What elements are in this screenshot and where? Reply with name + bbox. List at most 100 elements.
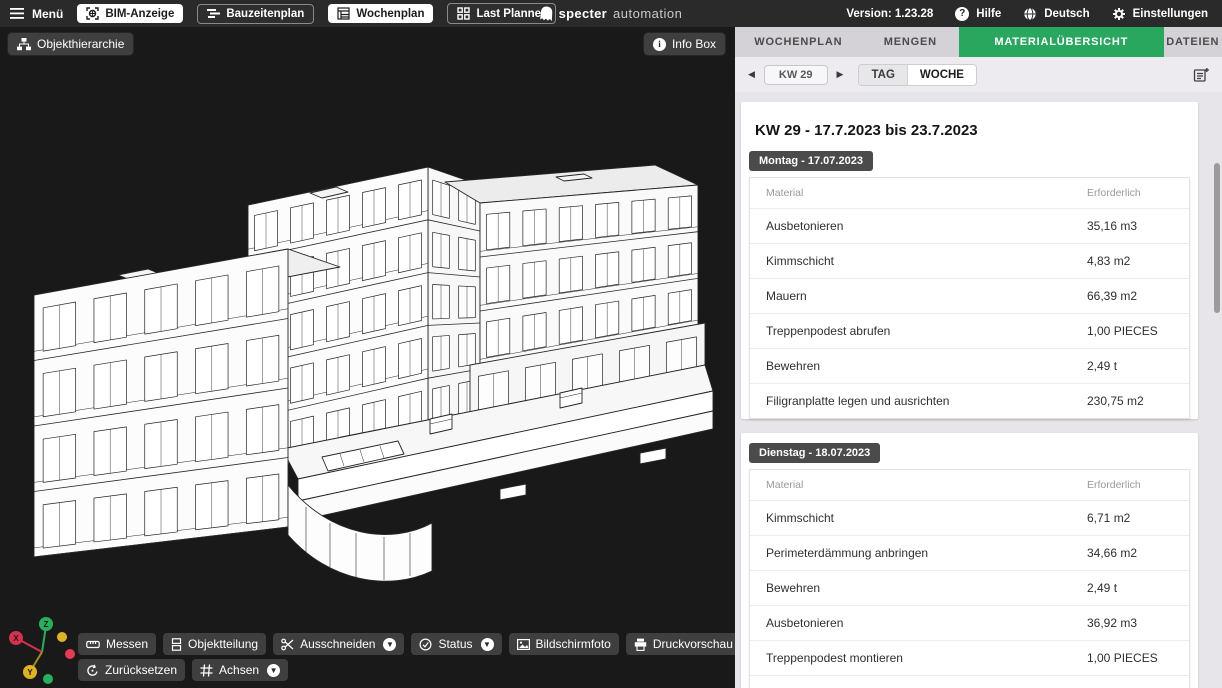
- table-header-row: MaterialErforderlich: [750, 178, 1189, 208]
- ausschneiden-button[interactable]: Ausschneiden ▼: [273, 633, 404, 655]
- material-table: MaterialErforderlichAusbetonieren35,16 m…: [749, 177, 1190, 419]
- settings-label: Einstellungen: [1133, 8, 1208, 20]
- objektteilung-label: Objektteilung: [188, 637, 258, 651]
- ausschneiden-label: Ausschneiden: [300, 637, 375, 651]
- table-row: Treppenpodest abrufen1,00 PIECES: [750, 313, 1189, 348]
- viewer-toolbar-row2: Zurücksetzen Achsen ▼: [78, 659, 288, 681]
- viewer-toolbar-row1: Messen Objektteilung Ausschneiden ▼ Stat…: [78, 633, 735, 655]
- day-card: Dienstag - 18.07.2023MaterialErforderlic…: [741, 433, 1198, 688]
- object-hierarchy-label: Objekthierarchie: [37, 37, 124, 51]
- printer-icon: [634, 638, 647, 651]
- table-row: Bewehren2,49 t: [750, 570, 1189, 605]
- bildschirmfoto-button[interactable]: Bildschirmfoto: [509, 633, 619, 655]
- table-row: Kimmschicht4,83 m2: [750, 243, 1189, 278]
- cell-required: 4,83 m2: [1087, 254, 1173, 268]
- help-icon: ?: [955, 7, 969, 21]
- table-row: Ausbetonieren36,92 m3: [750, 605, 1189, 640]
- achsen-dropdown-icon[interactable]: ▼: [267, 664, 280, 677]
- menu-label: Menü: [32, 7, 63, 21]
- header-required: Erforderlich: [1087, 479, 1173, 491]
- reset-rotate-icon: [86, 664, 99, 677]
- druckvorschau-button[interactable]: Druckvorschau ▼: [626, 633, 735, 655]
- panel-tabs: WOCHENPLAN MENGEN MATERIALÜBERSICHT DATE…: [735, 27, 1222, 57]
- cell-material: Perimeterdämmung anbringen: [766, 546, 1087, 560]
- prev-week-arrow[interactable]: ◀: [748, 69, 755, 80]
- object-hierarchy-button[interactable]: Objekthierarchie: [8, 33, 133, 55]
- cell-material: Bewehren: [766, 581, 1087, 595]
- info-box-button[interactable]: i Info Box: [644, 33, 725, 55]
- cell-material: Kimmschicht: [766, 254, 1087, 268]
- version-label: Version: 1.23.28: [846, 8, 933, 20]
- table-header-row: MaterialErforderlich: [750, 470, 1189, 500]
- globe-icon: [1023, 7, 1037, 21]
- gear-icon: [1112, 7, 1126, 21]
- day-badge: Montag - 17.07.2023: [749, 151, 873, 171]
- object-split-icon: [171, 638, 182, 651]
- help-button[interactable]: ? Hilfe: [955, 7, 1001, 21]
- week-selector-button[interactable]: KW 29: [764, 65, 828, 85]
- cell-material: Treppenpodest montieren: [766, 651, 1087, 665]
- status-button[interactable]: Status ▼: [411, 633, 501, 655]
- status-dropdown-icon[interactable]: ▼: [481, 638, 494, 651]
- toggle-woche[interactable]: WOCHE: [908, 65, 976, 85]
- svg-text:Y: Y: [27, 668, 33, 677]
- settings-button[interactable]: Einstellungen: [1112, 7, 1208, 21]
- ruler-icon: [86, 640, 100, 649]
- messen-button[interactable]: Messen: [78, 633, 156, 655]
- zuruecksetzen-button[interactable]: Zurücksetzen: [78, 659, 185, 681]
- gantt-icon: [207, 8, 220, 19]
- hamburger-menu-icon: [10, 8, 24, 19]
- svg-text:X: X: [13, 634, 19, 643]
- header-material: Material: [766, 187, 1087, 199]
- panel-scrollbar-thumb[interactable]: [1214, 163, 1220, 313]
- language-button[interactable]: Deutsch: [1023, 7, 1089, 21]
- tab-dateien[interactable]: DATEIEN: [1164, 27, 1222, 57]
- svg-text:Z: Z: [44, 620, 49, 629]
- tab-wochenplan[interactable]: WOCHENPLAN: [735, 27, 862, 57]
- cell-material: Treppenpodest abrufen: [766, 324, 1087, 338]
- help-label: Hilfe: [976, 8, 1001, 20]
- nav-label: Bauzeitenplan: [226, 8, 304, 20]
- cell-material: Ausbetonieren: [766, 616, 1087, 630]
- messen-label: Messen: [106, 637, 148, 651]
- brand-logo: specterautomation: [540, 0, 683, 27]
- objektteilung-button[interactable]: Objektteilung: [163, 633, 266, 655]
- week-card: KW 29 - 17.7.2023 bis 23.7.2023 Montag -…: [741, 102, 1198, 419]
- menu-button[interactable]: Menü: [10, 7, 63, 21]
- cell-required: 2,49 t: [1087, 359, 1173, 373]
- nav-wochenplan[interactable]: Wochenplan: [328, 4, 433, 23]
- ausschneiden-dropdown-icon[interactable]: ▼: [383, 638, 396, 651]
- viewer-canvas[interactable]: Objekthierarchie i Info Box Z X Y: [0, 27, 735, 688]
- cell-material: Ausbetonieren: [766, 219, 1087, 233]
- add-note-icon[interactable]: [1193, 67, 1209, 83]
- panel-content: KW 29 - 17.7.2023 bis 23.7.2023 Montag -…: [735, 92, 1222, 688]
- next-week-arrow[interactable]: ▶: [837, 69, 844, 80]
- tab-materialuebersicht[interactable]: MATERIALÜBERSICHT: [959, 27, 1164, 57]
- day-week-toggle: TAG WOCHE: [858, 64, 977, 86]
- top-bar: Menü BIM-Anzeige Bauzeitenplan: [0, 0, 1222, 27]
- nav-bauzeitenplan[interactable]: Bauzeitenplan: [197, 4, 314, 24]
- achsen-button[interactable]: Achsen ▼: [192, 659, 288, 681]
- panel-subheader: ◀ KW 29 ▶ TAG WOCHE: [735, 57, 1222, 92]
- cell-required: 230,75 m2: [1087, 394, 1173, 408]
- cell-material: Filigranplatte legen und ausrichten: [766, 394, 1087, 408]
- nav-bim-anzeige[interactable]: BIM-Anzeige: [77, 4, 183, 23]
- tab-mengen[interactable]: MENGEN: [862, 27, 959, 57]
- bim-view-icon: [86, 7, 99, 20]
- table-row: Bewehren2,49 t: [750, 348, 1189, 383]
- app-window: Menü BIM-Anzeige Bauzeitenplan: [0, 0, 1222, 688]
- status-check-icon: [419, 638, 432, 651]
- cell-material: Mauern: [766, 289, 1087, 303]
- nav-label: BIM-Anzeige: [105, 8, 174, 20]
- week-plan-icon: [337, 7, 350, 20]
- axis-gizmo[interactable]: Z X Y: [4, 612, 76, 684]
- druckvorschau-label: Druckvorschau: [653, 637, 733, 651]
- nav-label: Last Planner: [476, 8, 545, 20]
- grid-squares-icon: [457, 7, 470, 20]
- toggle-tag[interactable]: TAG: [859, 65, 907, 85]
- nav-label: Wochenplan: [356, 8, 424, 20]
- material-table: MaterialErforderlichKimmschicht6,71 m2Pe…: [749, 469, 1190, 688]
- scissors-icon: [281, 638, 294, 651]
- language-label: Deutsch: [1044, 8, 1089, 20]
- header-material: Material: [766, 479, 1087, 491]
